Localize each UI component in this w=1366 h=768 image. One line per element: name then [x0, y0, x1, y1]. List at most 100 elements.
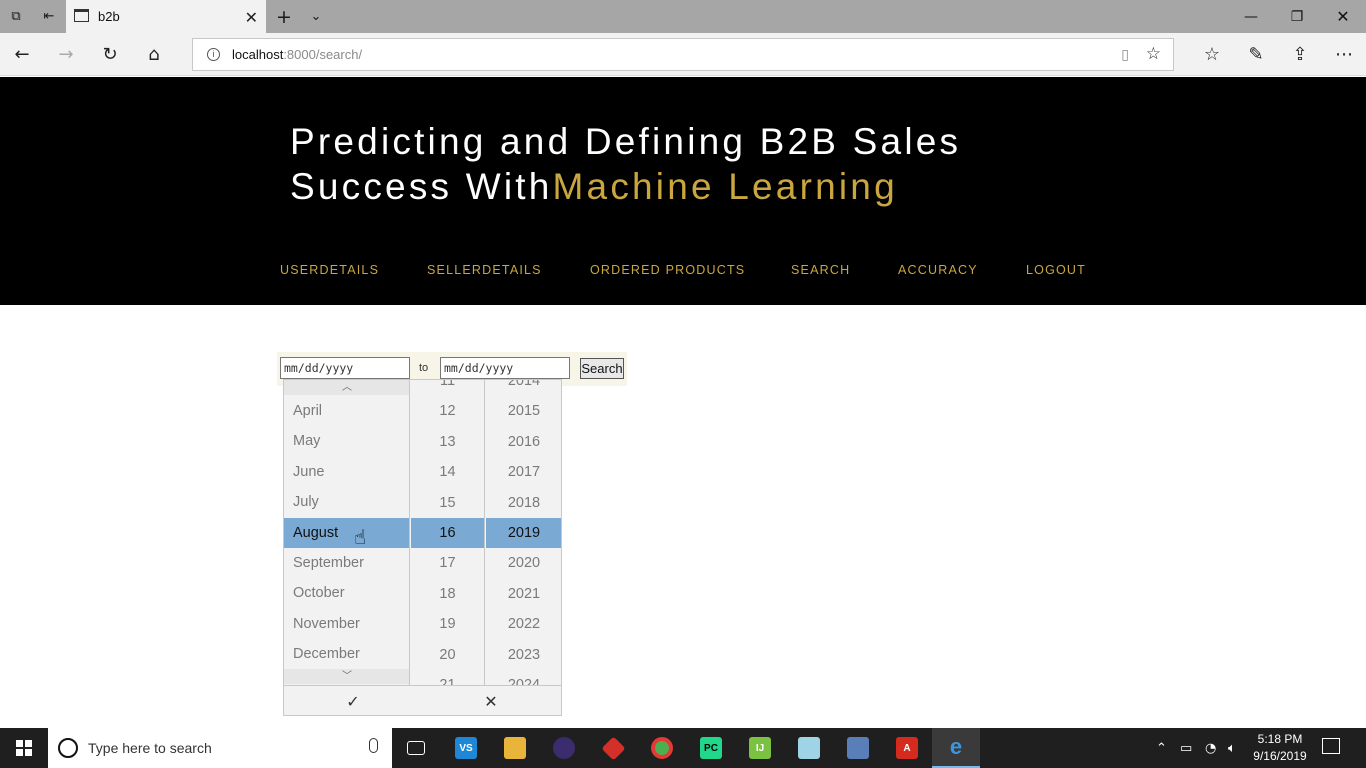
reading-view-icon[interactable]: ▯ — [1121, 47, 1129, 63]
hand-cursor-icon: ☝ — [354, 525, 367, 549]
day-option[interactable]: 11 — [411, 380, 484, 396]
month-column[interactable]: December November October September August Ju… — [284, 380, 410, 685]
day-option[interactable]: 13 — [411, 427, 484, 457]
site-info-icon[interactable]: i — [207, 48, 220, 61]
day-option[interactable]: 17 — [411, 548, 484, 578]
adobe-acrobat-icon[interactable]: A — [883, 728, 931, 768]
tab-preview-icon[interactable]: ⧉ — [0, 0, 32, 33]
month-option[interactable]: November — [284, 609, 409, 639]
day-option[interactable]: 12 — [411, 396, 484, 426]
url-text: localhost:8000/search/ — [232, 47, 363, 62]
to-label: to — [419, 362, 429, 374]
year-column[interactable]: 2024 2023 2022 2021 2020 2019 2018 2017 2016 2015… — [486, 380, 561, 685]
favorite-star-icon[interactable]: ☆ — [1146, 44, 1161, 64]
browser-navbar: ← → ↻ ⌂ i localhost:8000/search/ ▯ ☆ ☆ ✎… — [0, 33, 1366, 76]
day-option[interactable]: 15 — [411, 488, 484, 518]
minimize-window-icon[interactable]: — — [1228, 0, 1274, 33]
task-view-icon[interactable] — [392, 728, 440, 768]
show-hidden-icons-chevron-icon[interactable]: ⌃ — [1156, 728, 1167, 768]
chrome-icon[interactable] — [638, 728, 686, 768]
eclipse-icon[interactable] — [540, 728, 588, 768]
year-option[interactable]: 2017 — [486, 457, 561, 487]
year-option[interactable]: 2014 — [486, 380, 561, 396]
forward-icon[interactable]: → — [44, 33, 88, 76]
month-option[interactable]: May — [284, 426, 409, 456]
year-option[interactable]: 2024 — [486, 670, 561, 685]
chevron-down-icon[interactable]: ﹀ — [284, 669, 409, 684]
system-clock[interactable]: 5:18 PM 9/16/2019 — [1250, 731, 1310, 765]
home-icon[interactable]: ⌂ — [132, 33, 176, 76]
nav-accuracy[interactable]: ACCURACY — [898, 263, 978, 277]
day-column[interactable]: 21 20 19 18 17 16 15 14 13 12 11 — [411, 380, 485, 685]
browser-tab-strip: ⧉ ⇤ b2b ✕ + ⌄ — ❐ ✕ — [0, 0, 1366, 33]
address-bar[interactable]: i localhost:8000/search/ ▯ ☆ — [192, 38, 1174, 71]
search-button[interactable]: Search — [580, 358, 624, 379]
vscode-icon[interactable]: VS — [442, 728, 490, 768]
month-option[interactable]: July — [284, 487, 409, 517]
from-date-input[interactable]: mm/dd/yyyy — [280, 357, 410, 379]
nav-ordered-products[interactable]: ORDERED PRODUCTS — [590, 263, 745, 277]
share-icon[interactable]: ⇪ — [1278, 33, 1322, 76]
file-explorer-icon[interactable] — [491, 728, 539, 768]
tab-list-chevron-icon[interactable]: ⌄ — [300, 0, 332, 33]
intellij-icon[interactable]: IJ — [736, 728, 784, 768]
year-option[interactable]: 2023 — [486, 640, 561, 670]
close-window-icon[interactable]: ✕ — [1320, 0, 1366, 33]
nav-search[interactable]: SEARCH — [791, 263, 850, 277]
day-option[interactable]: 20 — [411, 640, 484, 670]
browser-tab[interactable]: b2b ✕ — [66, 0, 266, 33]
site-header: Predicting and Defining B2B Sales Succes… — [0, 77, 1366, 305]
web-note-pen-icon[interactable]: ✎ — [1234, 33, 1278, 76]
wifi-icon[interactable]: ◔ — [1205, 728, 1216, 768]
windows-logo-icon — [16, 740, 32, 756]
day-option[interactable]: 18 — [411, 579, 484, 609]
mysql-workbench-icon[interactable] — [834, 728, 882, 768]
day-option[interactable]: 14 — [411, 457, 484, 487]
taskbar-search-placeholder: Type here to search — [88, 740, 212, 756]
year-option[interactable]: 2020 — [486, 548, 561, 578]
git-icon[interactable] — [589, 728, 637, 768]
day-option[interactable]: 16 — [411, 518, 484, 548]
tab-title: b2b — [98, 9, 120, 24]
close-tab-icon[interactable]: ✕ — [245, 8, 258, 27]
cancel-x-icon[interactable]: ✕ — [422, 686, 560, 715]
chevron-up-icon[interactable]: ︿ — [284, 380, 409, 395]
back-icon[interactable]: ← — [0, 33, 44, 76]
day-option[interactable]: 19 — [411, 609, 484, 639]
battery-icon[interactable]: ▭ — [1180, 728, 1192, 768]
month-option[interactable]: April — [284, 396, 409, 426]
nav-sellerdetails[interactable]: SELLERDETAILS — [427, 263, 542, 277]
year-option[interactable]: 2022 — [486, 609, 561, 639]
month-option[interactable]: September — [284, 548, 409, 578]
notepad-icon[interactable] — [785, 728, 833, 768]
start-button[interactable] — [0, 728, 48, 768]
edge-browser-icon[interactable]: e — [932, 728, 980, 768]
day-option[interactable]: 21 — [411, 670, 484, 685]
nav-userdetails[interactable]: USERDETAILS — [280, 263, 379, 277]
more-options-icon[interactable]: ⋯ — [1322, 33, 1366, 76]
volume-icon[interactable]: 🔈︎ — [1228, 728, 1236, 768]
microphone-icon[interactable] — [369, 738, 378, 753]
to-date-input[interactable]: mm/dd/yyyy — [440, 357, 570, 379]
month-option[interactable]: December — [284, 639, 409, 669]
page-favicon-icon — [74, 9, 89, 22]
favorites-hub-icon[interactable]: ☆ — [1190, 33, 1234, 76]
year-option[interactable]: 2016 — [486, 427, 561, 457]
nav-logout[interactable]: LOGOUT — [1026, 263, 1086, 277]
month-option[interactable]: October — [284, 578, 409, 608]
picker-actions: ✓ ✕ — [284, 685, 561, 715]
confirm-check-icon[interactable]: ✓ — [284, 686, 422, 715]
month-option[interactable]: June — [284, 457, 409, 487]
new-tab-icon[interactable]: + — [268, 0, 300, 33]
year-option[interactable]: 2021 — [486, 579, 561, 609]
year-option[interactable]: 2015 — [486, 396, 561, 426]
taskbar-search-box[interactable]: Type here to search — [48, 728, 392, 768]
restore-window-icon[interactable]: ❐ — [1274, 0, 1320, 33]
year-option[interactable]: 2019 — [486, 518, 561, 548]
year-option[interactable]: 2018 — [486, 488, 561, 518]
set-aside-tabs-icon[interactable]: ⇤ — [33, 0, 65, 33]
refresh-icon[interactable]: ↻ — [88, 33, 132, 76]
pycharm-icon[interactable]: PC — [687, 728, 735, 768]
month-option[interactable]: August — [284, 517, 409, 548]
action-center-icon[interactable] — [1322, 738, 1340, 754]
